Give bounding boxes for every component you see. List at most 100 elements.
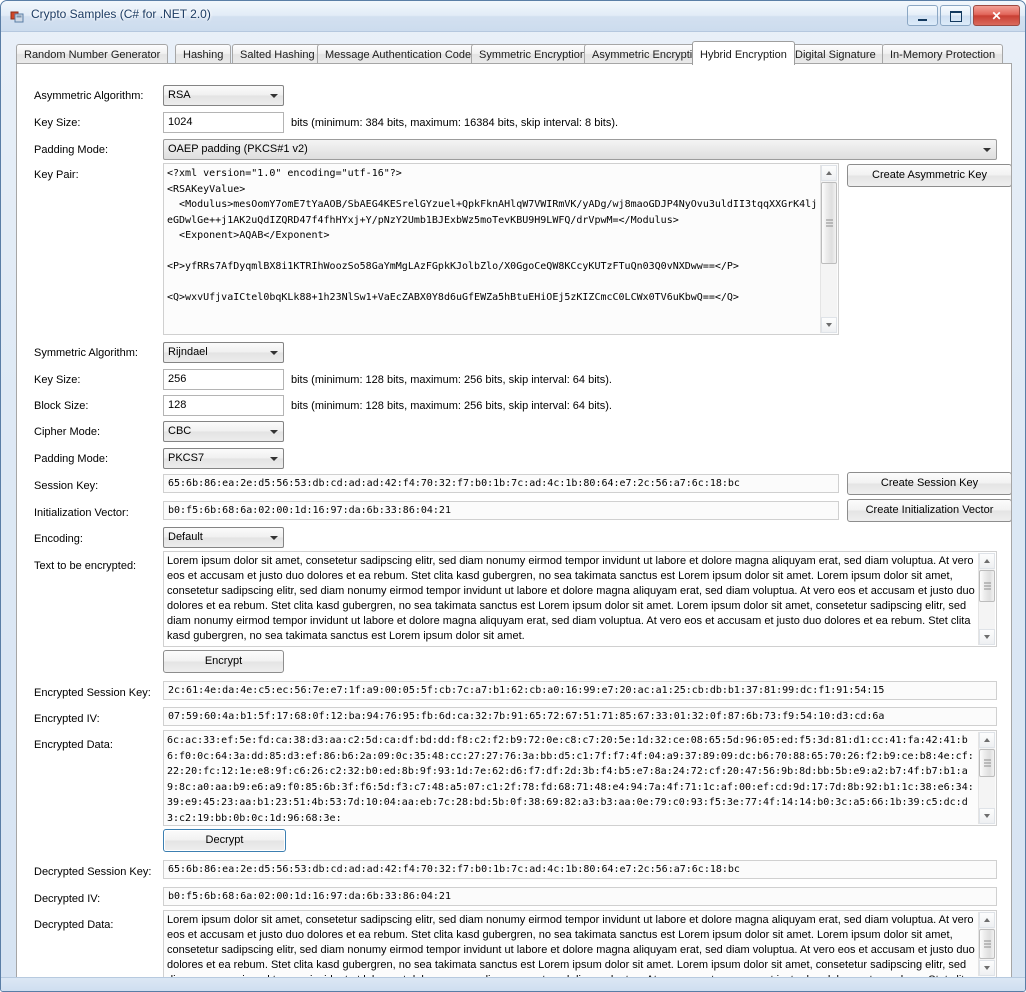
session-key-label: Session Key: (34, 480, 99, 492)
block-size-label: Block Size: (34, 400, 89, 412)
scrollbar-thumb[interactable] (979, 929, 995, 959)
text-to-encrypt-textarea[interactable]: Lorem ipsum dolor sit amet, consetetur s… (163, 551, 997, 647)
asym-padding-mode-label: Padding Mode: (34, 144, 108, 156)
tab-message-authentication-code[interactable]: Message Authentication Code (317, 44, 480, 64)
scrollbar-thumb[interactable] (979, 749, 995, 777)
cipher-mode-select[interactable]: CBC (163, 421, 284, 442)
tab-hashing[interactable]: Hashing (175, 44, 232, 64)
tab-hybrid-encryption[interactable]: Hybrid Encryption (692, 41, 795, 65)
encrypted-data-label: Encrypted Data: (34, 739, 113, 751)
sym-padding-mode-value: PKCS7 (168, 452, 205, 464)
key-pair-value: <?xml version="1.0" encoding="utf-16"?> … (167, 168, 818, 303)
tab-in-memory-protection[interactable]: In-Memory Protection (882, 44, 1004, 64)
application-icon (10, 9, 25, 24)
key-pair-textarea[interactable]: <?xml version="1.0" encoding="utf-16"?> … (163, 163, 839, 335)
grip-icon (984, 759, 991, 767)
scroll-down-icon[interactable] (979, 629, 995, 645)
chevron-down-icon[interactable] (266, 87, 282, 104)
asym-key-size-hint: bits (minimum: 384 bits, maximum: 16384 … (291, 117, 619, 129)
maximize-button[interactable] (940, 5, 971, 26)
scrollbar-thumb[interactable] (821, 182, 837, 264)
cipher-mode-value: CBC (168, 425, 192, 437)
sym-key-size-hint: bits (minimum: 128 bits, maximum: 256 bi… (291, 374, 612, 386)
tab-symmetric-encryption[interactable]: Symmetric Encryption (471, 44, 594, 64)
create-asymmetric-key-button[interactable]: Create Asymmetric Key (847, 164, 1011, 187)
scroll-up-icon[interactable] (821, 165, 837, 181)
chevron-down-icon[interactable] (266, 344, 282, 361)
tab-digital-signature[interactable]: Digital Signature (787, 44, 884, 64)
close-icon: ✕ (991, 8, 1002, 23)
encrypted-session-key-input[interactable]: 2c:61:4e:da:4e:c5:ec:56:7e:e7:1f:a9:00:0… (163, 681, 997, 700)
asymmetric-algorithm-select[interactable]: RSA (163, 85, 284, 106)
create-initialization-vector-button[interactable]: Create Initialization Vector (847, 499, 1011, 522)
close-button[interactable]: ✕ (973, 5, 1020, 26)
scroll-down-icon[interactable] (821, 317, 837, 333)
title-bar: Crypto Samples (C# for .NET 2.0) ✕ (1, 1, 1025, 32)
window-title: Crypto Samples (C# for .NET 2.0) (31, 7, 211, 21)
grip-icon (826, 219, 833, 227)
decrypted-session-key-input[interactable]: 65:6b:86:ea:2e:d5:56:53:db:cd:ad:ad:42:f… (163, 860, 997, 879)
session-key-input[interactable]: 65:6b:86:ea:2e:d5:56:53:db:cd:ad:ad:42:f… (163, 474, 839, 493)
window-controls: ✕ (907, 5, 1020, 26)
hybrid-encryption-panel: Asymmetric Algorithm: RSA Key Size: 1024… (16, 63, 1012, 978)
grip-icon (984, 582, 991, 590)
key-pair-label: Key Pair: (34, 169, 79, 181)
asymmetric-algorithm-label: Asymmetric Algorithm: (34, 90, 144, 102)
block-size-input[interactable]: 128 (163, 395, 284, 416)
window-bottom-strip (1, 977, 1025, 991)
encoding-select[interactable]: Default (163, 527, 284, 548)
chevron-down-icon[interactable] (979, 141, 995, 158)
chevron-down-icon[interactable] (266, 450, 282, 467)
asym-padding-mode-value: OAEP padding (PKCS#1 v2) (168, 143, 308, 155)
symmetric-algorithm-value: Rijndael (168, 346, 208, 358)
asym-key-size-input[interactable]: 1024 (163, 112, 284, 133)
tab-random-number-generator[interactable]: Random Number Generator (16, 44, 169, 64)
cipher-mode-label: Cipher Mode: (34, 426, 101, 438)
sym-padding-mode-select[interactable]: PKCS7 (163, 448, 284, 469)
scroll-up-icon[interactable] (979, 912, 995, 928)
scroll-down-icon[interactable] (979, 960, 995, 976)
tab-salted-hashing[interactable]: Salted Hashing (232, 44, 323, 64)
decrypted-iv-input[interactable]: b0:f5:6b:68:6a:02:00:1d:16:97:da:6b:33:8… (163, 887, 997, 906)
decrypted-iv-label: Decrypted IV: (34, 893, 101, 905)
asymmetric-algorithm-value: RSA (168, 89, 191, 101)
encrypted-data-value: 6c:ac:33:ef:5e:fd:ca:38:d3:aa:c2:5d:ca:d… (167, 735, 974, 824)
block-size-hint: bits (minimum: 128 bits, maximum: 256 bi… (291, 400, 612, 412)
scrollbar-thumb[interactable] (979, 570, 995, 602)
decrypt-button[interactable]: Decrypt (163, 829, 286, 852)
encrypted-iv-label: Encrypted IV: (34, 713, 100, 725)
decrypted-data-scrollbar[interactable] (978, 912, 995, 976)
asym-padding-mode-select[interactable]: OAEP padding (PKCS#1 v2) (163, 139, 997, 160)
encrypted-data-scrollbar[interactable] (978, 732, 995, 824)
decrypted-data-textarea[interactable]: Lorem ipsum dolor sit amet, consetetur s… (163, 910, 997, 977)
text-to-encrypt-scrollbar[interactable] (978, 553, 995, 645)
encoding-label: Encoding: (34, 533, 83, 545)
symmetric-algorithm-select[interactable]: Rijndael (163, 342, 284, 363)
scroll-down-icon[interactable] (979, 808, 995, 824)
text-to-encrypt-label: Text to be encrypted: (34, 560, 137, 572)
initialization-vector-input[interactable]: b0:f5:6b:68:6a:02:00:1d:16:97:da:6b:33:8… (163, 501, 839, 520)
sym-padding-mode-label: Padding Mode: (34, 453, 108, 465)
encrypt-button[interactable]: Encrypt (163, 650, 284, 673)
minimize-button[interactable] (907, 5, 938, 26)
decrypted-data-value: Lorem ipsum dolor sit amet, consetetur s… (167, 914, 975, 977)
text-to-encrypt-value: Lorem ipsum dolor sit amet, consetetur s… (167, 555, 975, 642)
encrypted-data-textarea[interactable]: 6c:ac:33:ef:5e:fd:ca:38:d3:aa:c2:5d:ca:d… (163, 730, 997, 826)
decrypted-session-key-label: Decrypted Session Key: (34, 866, 152, 878)
key-pair-scrollbar[interactable] (820, 165, 837, 333)
sym-key-size-input[interactable]: 256 (163, 369, 284, 390)
create-session-key-button[interactable]: Create Session Key (847, 472, 1011, 495)
chevron-down-icon[interactable] (266, 529, 282, 546)
grip-icon (984, 940, 991, 948)
chevron-down-icon[interactable] (266, 423, 282, 440)
app-window: Crypto Samples (C# for .NET 2.0) ✕ Rando… (0, 0, 1026, 992)
encrypted-session-key-label: Encrypted Session Key: (34, 687, 151, 699)
minimize-icon (918, 19, 927, 21)
sym-key-size-label: Key Size: (34, 374, 81, 386)
scroll-up-icon[interactable] (979, 732, 995, 748)
tab-strip: Random Number Generator Hashing Salted H… (16, 41, 1012, 65)
scroll-up-icon[interactable] (979, 553, 995, 569)
maximize-icon (950, 11, 962, 22)
symmetric-algorithm-label: Symmetric Algorithm: (34, 347, 138, 359)
encrypted-iv-input[interactable]: 07:59:60:4a:b1:5f:17:68:0f:12:ba:94:76:9… (163, 707, 997, 726)
